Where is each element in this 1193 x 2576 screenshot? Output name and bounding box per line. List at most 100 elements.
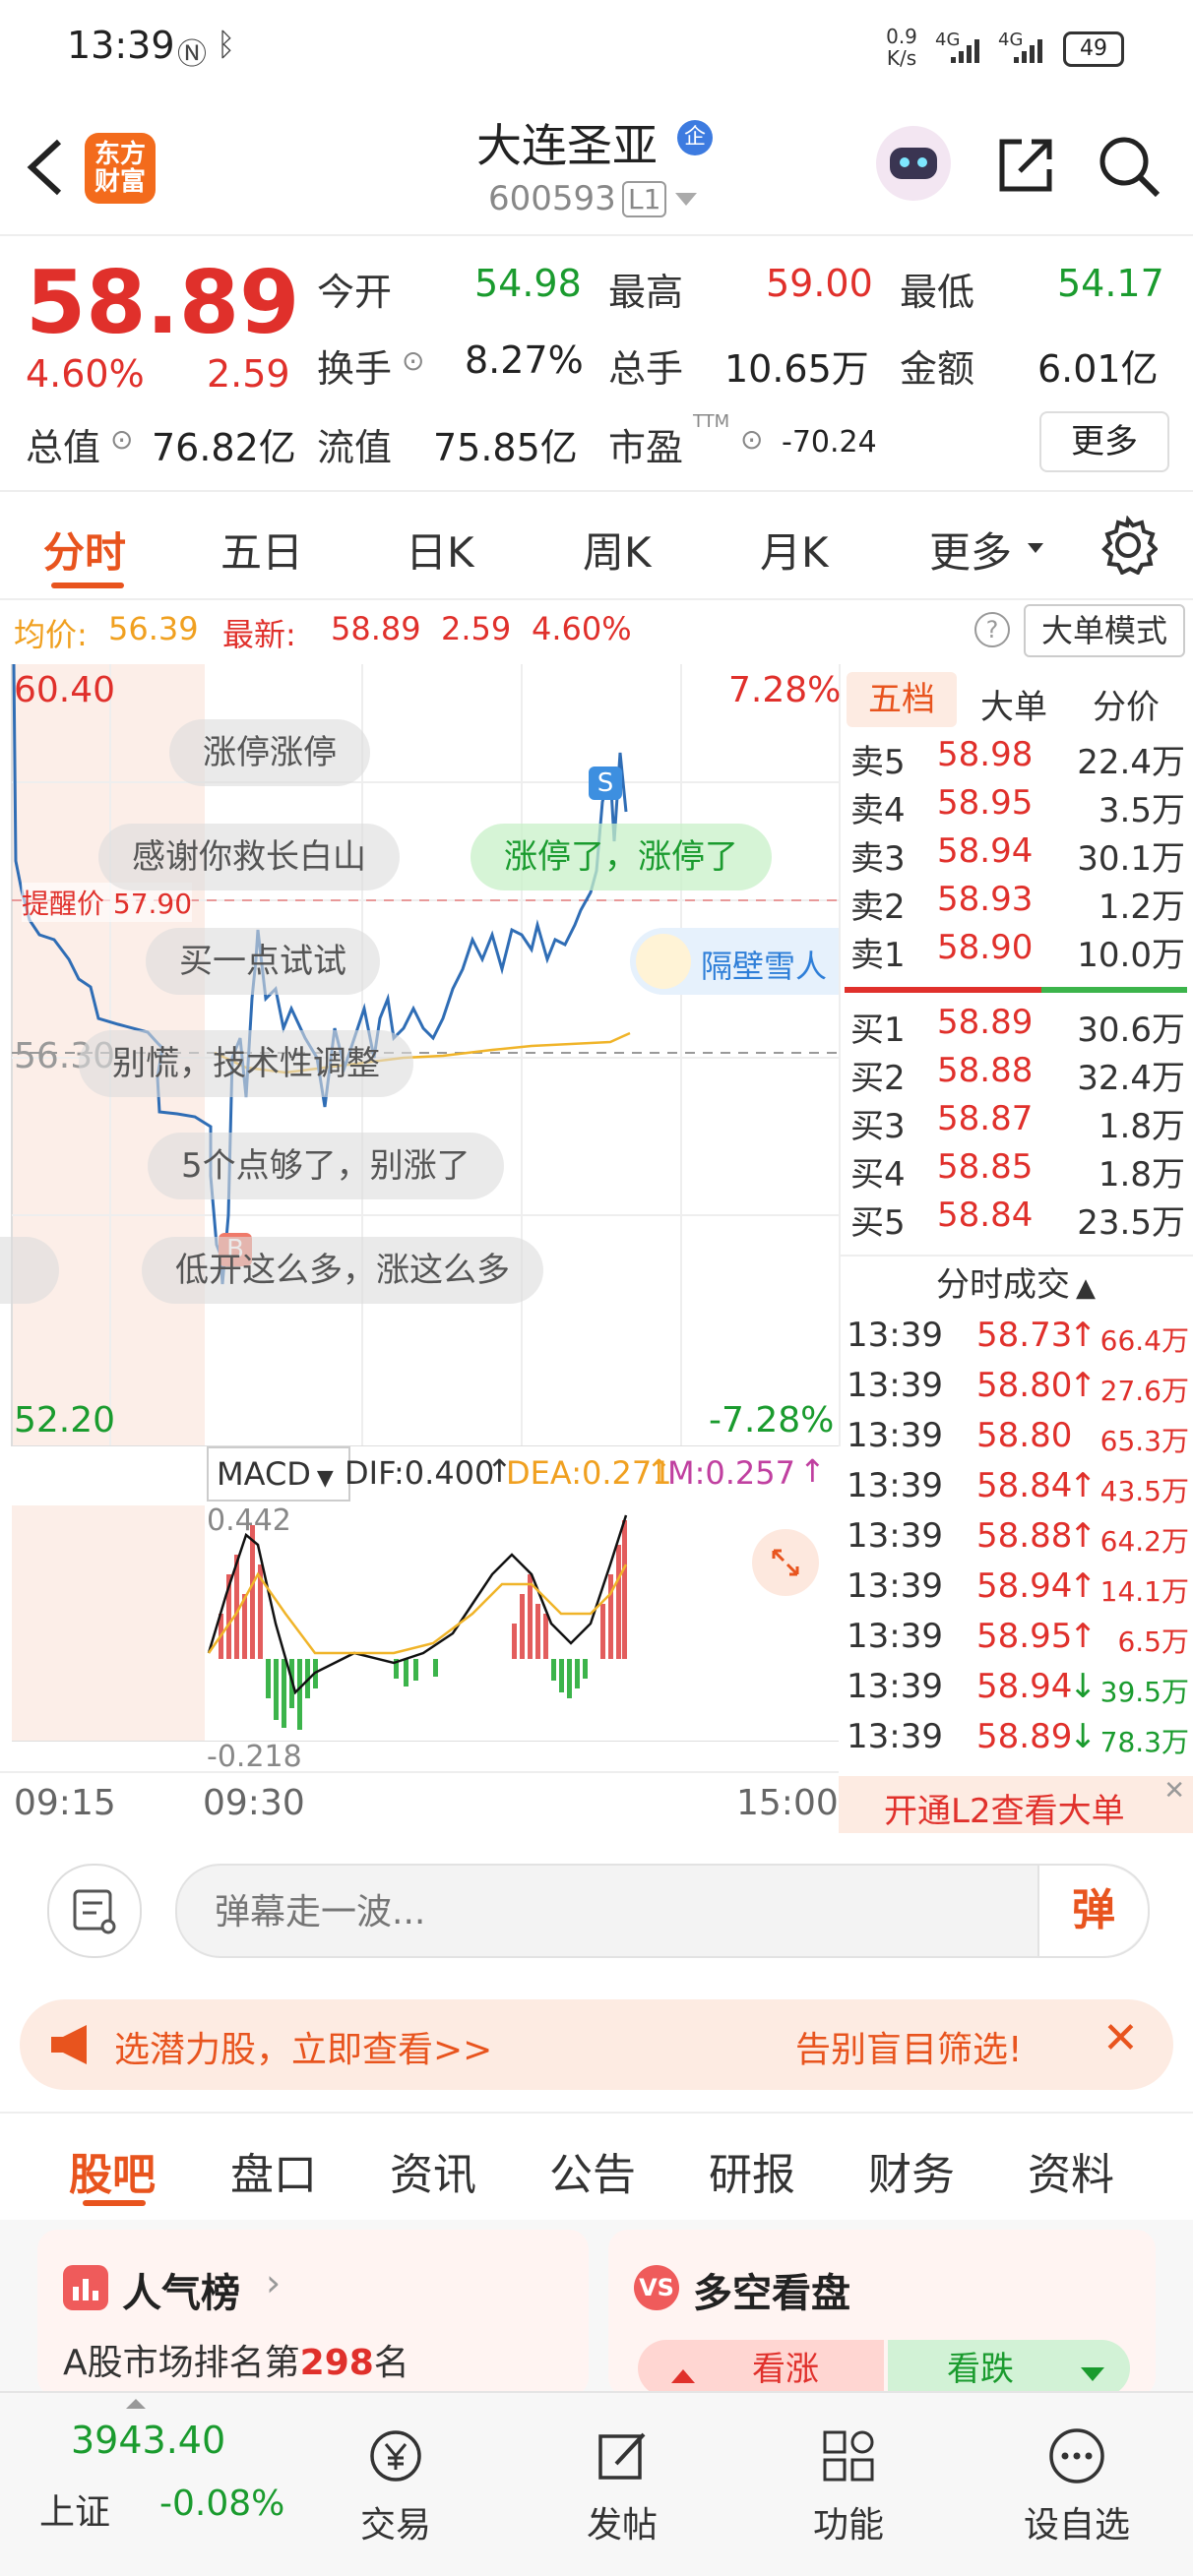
nav-trade[interactable]: 交易: [327, 2424, 465, 2547]
macd-selector[interactable]: MACD ▼: [207, 1446, 350, 1502]
intraday-chart[interactable]: 60.40 7.28% 56.30 52.20 -7.28% 提醒价 57.90…: [0, 664, 841, 1446]
danmaku-settings-icon[interactable]: [47, 1864, 142, 1958]
search-icon[interactable]: [1097, 134, 1162, 199]
info-icon[interactable]: ⊙: [402, 344, 424, 377]
bid-list: 买1 58.89 30.6万 买2 58.88 32.4万 买3 58.87 1.8万 买4 58.…: [839, 1003, 1193, 1249]
bear-button[interactable]: 看跌: [888, 2340, 1130, 2397]
tab-intraday[interactable]: 分时: [43, 520, 126, 580]
tab-weekly-k[interactable]: 周K: [583, 520, 652, 580]
chevron-down-icon[interactable]: [675, 193, 697, 206]
trade-list: 13:39 58.73 ↑ 66.4万 13:39 58.80 ↑ 27.6万 13:39 58.…: [839, 1316, 1193, 1768]
low-label: 最低: [900, 271, 975, 314]
current-price: 58.89: [26, 252, 300, 353]
nav-post[interactable]: 发帖: [553, 2424, 691, 2547]
tab-finance[interactable]: 财务: [868, 2139, 955, 2202]
robot-assistant-icon[interactable]: [876, 126, 951, 201]
tab-monthly-k[interactable]: 月K: [760, 520, 829, 580]
tab-announcements[interactable]: 公告: [549, 2139, 636, 2202]
bid-bar: [1041, 987, 1187, 993]
send-danmaku-button[interactable]: 弹: [1037, 1866, 1148, 1956]
level-badge[interactable]: L1: [622, 181, 667, 217]
gear-icon[interactable]: [1099, 516, 1158, 575]
volume-label: 总手: [608, 347, 684, 391]
ask-bar: [845, 987, 1041, 993]
mktcap-value: 76.82亿: [152, 426, 296, 469]
longshort-card[interactable]: VS 多空看盘 看涨 看跌: [608, 2230, 1156, 2397]
latest-pct: 4.60%: [532, 610, 632, 647]
tab-news[interactable]: 资讯: [390, 2139, 476, 2202]
popularity-card[interactable]: 人气榜 › A股市场排名第298名: [37, 2230, 589, 2397]
more-button[interactable]: 更多: [1039, 411, 1169, 472]
danmaku-input[interactable]: [213, 1885, 847, 1938]
expand-icon[interactable]: [752, 1529, 819, 1596]
bid-row[interactable]: 买5 58.84 23.5万: [850, 1196, 1185, 1243]
stock-code: 600593: [488, 179, 616, 218]
bid-row[interactable]: 买4 58.85 1.8万: [850, 1147, 1185, 1195]
danmaku-item: 别慌，技术性调整: [79, 1030, 413, 1097]
bid-row[interactable]: 买3 58.87 1.8万: [850, 1099, 1185, 1146]
ask-row[interactable]: 卖4 58.95 3.5万: [850, 783, 1185, 830]
stock-name: 大连圣亚: [476, 119, 658, 172]
trade-time: 13:39: [847, 1667, 943, 1706]
trade-row: 13:39 58.94 ↓ 39.5万: [847, 1667, 1191, 1712]
level-label: 卖2: [850, 888, 906, 927]
chevron-down-icon[interactable]: [1028, 543, 1043, 553]
pe-value: -70.24: [782, 425, 877, 460]
tab-big-orders[interactable]: 大单: [980, 680, 1047, 728]
nav-functions[interactable]: 功能: [780, 2424, 917, 2547]
help-icon[interactable]: ?: [974, 612, 1010, 647]
tab-five-day[interactable]: 五日: [220, 520, 303, 580]
tab-handicap[interactable]: 盘口: [230, 2139, 317, 2202]
nav-add-watchlist[interactable]: 设自选: [1008, 2424, 1146, 2547]
index-change[interactable]: -0.08%: [159, 2484, 284, 2524]
macd-chart-svg: [12, 1505, 839, 1742]
tab-price-split[interactable]: 分价: [1093, 680, 1160, 728]
mktcap-label: 总值: [26, 426, 101, 469]
longshort-title: 多空看盘: [693, 2271, 850, 2316]
tab-five-levels[interactable]: 五档: [847, 672, 957, 727]
chevron-up-icon[interactable]: [126, 2399, 146, 2409]
promo-banner[interactable]: 选潜力股，立即查看>> 告别盲目筛选! ✕: [20, 1999, 1173, 2090]
trades-header[interactable]: 分时成交 ▲: [839, 1255, 1193, 1314]
tab-daily-k[interactable]: 日K: [406, 520, 474, 580]
vs-icon: VS: [634, 2265, 679, 2310]
close-icon[interactable]: ✕: [1102, 2013, 1139, 2063]
index-name[interactable]: 上证: [39, 2484, 110, 2535]
signal-icon-2: [1014, 39, 1042, 63]
ask-row[interactable]: 卖5 58.98 22.4万: [850, 735, 1185, 782]
ask-row[interactable]: 卖3 58.94 30.1万: [850, 831, 1185, 879]
trade-arrow: ↑: [1069, 1316, 1098, 1355]
tab-forum[interactable]: 股吧: [69, 2139, 156, 2202]
info-icon[interactable]: ⊙: [740, 423, 763, 456]
l2-banner[interactable]: 开通L2查看大单 ✕: [839, 1776, 1193, 1833]
cards-area: 人气榜 › A股市场排名第298名 VS 多空看盘 看涨 看跌: [0, 2220, 1193, 2397]
turnover-label: 换手: [317, 347, 393, 391]
bull-button[interactable]: 看涨: [638, 2340, 884, 2397]
big-order-mode-button[interactable]: 大单模式: [1024, 604, 1185, 657]
share-icon[interactable]: [994, 134, 1057, 197]
trade-volume: 6.5万: [1117, 1625, 1189, 1658]
level-volume: 1.8万: [1098, 1107, 1185, 1146]
sell-marker[interactable]: S: [589, 767, 622, 800]
bid-row[interactable]: 买1 58.89 30.6万: [850, 1003, 1185, 1050]
back-arrow-icon[interactable]: [24, 136, 67, 199]
user-bubble[interactable]: 隔壁雪人: [630, 928, 839, 995]
tab-profile[interactable]: 资料: [1028, 2139, 1114, 2202]
level-label: 卖4: [850, 791, 906, 830]
bid-row[interactable]: 买2 58.88 32.4万: [850, 1051, 1185, 1098]
ask-row[interactable]: 卖2 58.93 1.2万: [850, 880, 1185, 927]
info-icon[interactable]: ⊙: [110, 423, 133, 456]
trade-price: 58.80: [976, 1416, 1073, 1455]
level-label: 卖3: [850, 839, 906, 879]
avatar: [636, 934, 691, 989]
tab-more[interactable]: 更多: [929, 520, 1012, 580]
danmaku-item: 买一点试试: [146, 928, 380, 995]
macd-panel: MACD ▼ DIF:0.400 ↑ DEA:0.271 ↑ M:0.257 ↑ …: [0, 1446, 839, 1774]
ask-row[interactable]: 卖1 58.90 10.0万: [850, 928, 1185, 975]
trade-volume: 43.5万: [1099, 1475, 1189, 1507]
index-value[interactable]: 3943.40: [71, 2419, 225, 2462]
tab-research[interactable]: 研报: [709, 2139, 795, 2202]
trade-time: 13:39: [847, 1617, 943, 1656]
danmaku-item: 感谢你救长白山: [98, 824, 400, 890]
macd-dif: DIF:0.400: [345, 1454, 495, 1492]
